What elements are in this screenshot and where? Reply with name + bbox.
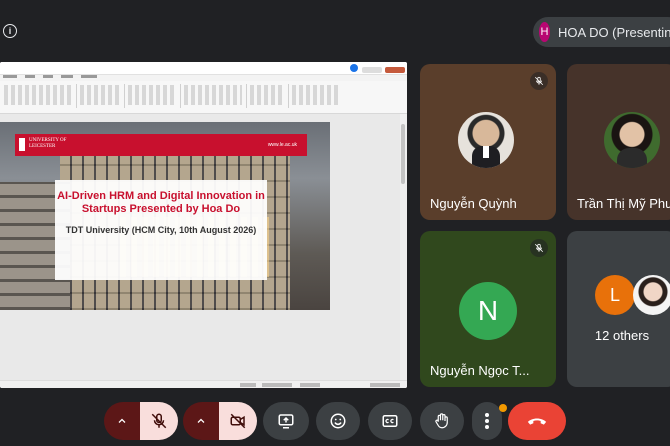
avatar xyxy=(604,112,660,168)
participant-tile-nguyen-ngoc[interactable]: N Nguyễn Ngọc T... xyxy=(420,231,556,387)
camera-options-button[interactable] xyxy=(183,402,219,440)
end-call-icon xyxy=(527,418,547,425)
participant-name: Nguyễn Quỳnh xyxy=(430,196,517,211)
record-button xyxy=(362,67,382,73)
mic-off-icon xyxy=(530,72,548,90)
chevron-up-icon xyxy=(118,418,126,423)
camera-off-icon xyxy=(230,413,246,429)
mic-toggle-button[interactable] xyxy=(140,402,178,440)
presenter-avatar: H xyxy=(539,22,550,42)
chevron-up-icon xyxy=(197,418,205,423)
participant-tile-quynh[interactable]: Nguyễn Quỳnh xyxy=(420,64,556,220)
university-name: UNIVERSITY OF LEICESTER xyxy=(29,138,67,149)
shared-screen: UNIVERSITY OF LEICESTER www.le.ac.uk AI-… xyxy=(0,62,407,388)
account-icon xyxy=(350,64,358,72)
slide-title: AI-Driven HRM and Digital Innovation in … xyxy=(57,190,265,215)
presenter-label: HOA DO (Presenting) xyxy=(558,24,670,40)
slide-subtitle: TDT University (HCM City, 10th August 20… xyxy=(65,225,257,235)
more-vert-icon xyxy=(485,413,489,429)
participant-name: Trần Thị Mỹ Phương xyxy=(577,196,670,211)
mic-options-button[interactable] xyxy=(104,402,140,440)
leave-call-button[interactable] xyxy=(508,402,566,440)
mic-off-icon xyxy=(151,413,167,429)
participant-tile-phuong[interactable]: Trần Thị Mỹ Phương xyxy=(567,64,670,220)
university-url: www.le.ac.uk xyxy=(267,142,297,148)
slide-title-box: AI-Driven HRM and Digital Innovation in … xyxy=(55,180,267,280)
others-tile[interactable]: L 12 others xyxy=(567,231,670,387)
app-titlebar xyxy=(0,62,407,75)
participant-name: Nguyễn Ngọc T... xyxy=(430,363,530,378)
slide-scrollbar xyxy=(400,114,407,380)
mic-control xyxy=(104,402,178,440)
others-avatar-photo xyxy=(633,275,670,315)
raise-hand-button[interactable] xyxy=(420,402,464,440)
camera-toggle-button[interactable] xyxy=(219,402,257,440)
others-count: 12 others xyxy=(594,328,650,343)
notification-dot xyxy=(499,404,507,412)
slide: UNIVERSITY OF LEICESTER www.le.ac.uk AI-… xyxy=(0,122,330,310)
more-options-button[interactable] xyxy=(472,402,502,440)
reactions-button[interactable] xyxy=(316,402,360,440)
camera-control xyxy=(183,402,257,440)
present-screen-icon xyxy=(278,414,294,429)
university-banner: UNIVERSITY OF LEICESTER www.le.ac.uk xyxy=(15,134,307,156)
hand-icon xyxy=(435,413,448,429)
avatar xyxy=(458,112,514,168)
avatar: N xyxy=(459,282,517,340)
mic-off-icon xyxy=(530,239,548,257)
present-button[interactable] xyxy=(263,402,309,440)
slide-canvas: UNIVERSITY OF LEICESTER www.le.ac.uk AI-… xyxy=(0,114,400,380)
captions-button[interactable] xyxy=(368,402,412,440)
closed-captions-icon xyxy=(382,415,398,427)
ribbon-toolbar xyxy=(0,81,407,114)
emoji-icon xyxy=(330,413,346,429)
ribbon-tabs xyxy=(3,75,97,78)
university-logo xyxy=(19,138,25,151)
presenter-chip[interactable]: H HOA DO (Presenting) xyxy=(533,17,670,47)
app-statusbar xyxy=(0,380,407,388)
info-icon[interactable]: i xyxy=(3,24,17,38)
share-button xyxy=(385,67,405,73)
others-avatar: L xyxy=(595,275,635,315)
